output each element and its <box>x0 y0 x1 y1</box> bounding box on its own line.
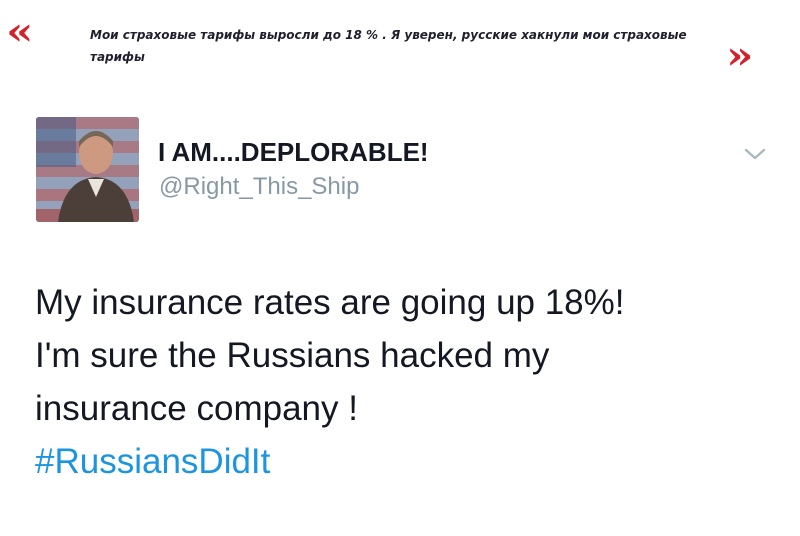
tweet-text-line: I'm sure the Russians hacked my <box>35 336 550 375</box>
tweet-text-line: insurance company ! <box>35 389 358 428</box>
hashtag-link[interactable]: #RussiansDidIt <box>35 442 270 481</box>
tweet-text-line: My insurance rates are going up 18%! <box>35 283 625 322</box>
close-quote-mark: » <box>726 33 754 78</box>
caption-text: Мои страховые тарифы выросли до 18 % . Я… <box>90 28 687 64</box>
user-handle[interactable]: @Right_This_Ship <box>159 173 359 201</box>
tweet-header: I AM....DEPLORABLE! @Right_This_Ship <box>36 117 776 225</box>
display-name[interactable]: I AM....DEPLORABLE! <box>158 137 429 168</box>
avatar-image <box>36 117 139 222</box>
chevron-down-icon[interactable] <box>744 147 766 161</box>
tweet-body: My insurance rates are going up 18%! I'm… <box>35 276 775 488</box>
user-avatar-flag-icon[interactable] <box>36 117 139 222</box>
open-quote-mark: « <box>6 9 34 54</box>
